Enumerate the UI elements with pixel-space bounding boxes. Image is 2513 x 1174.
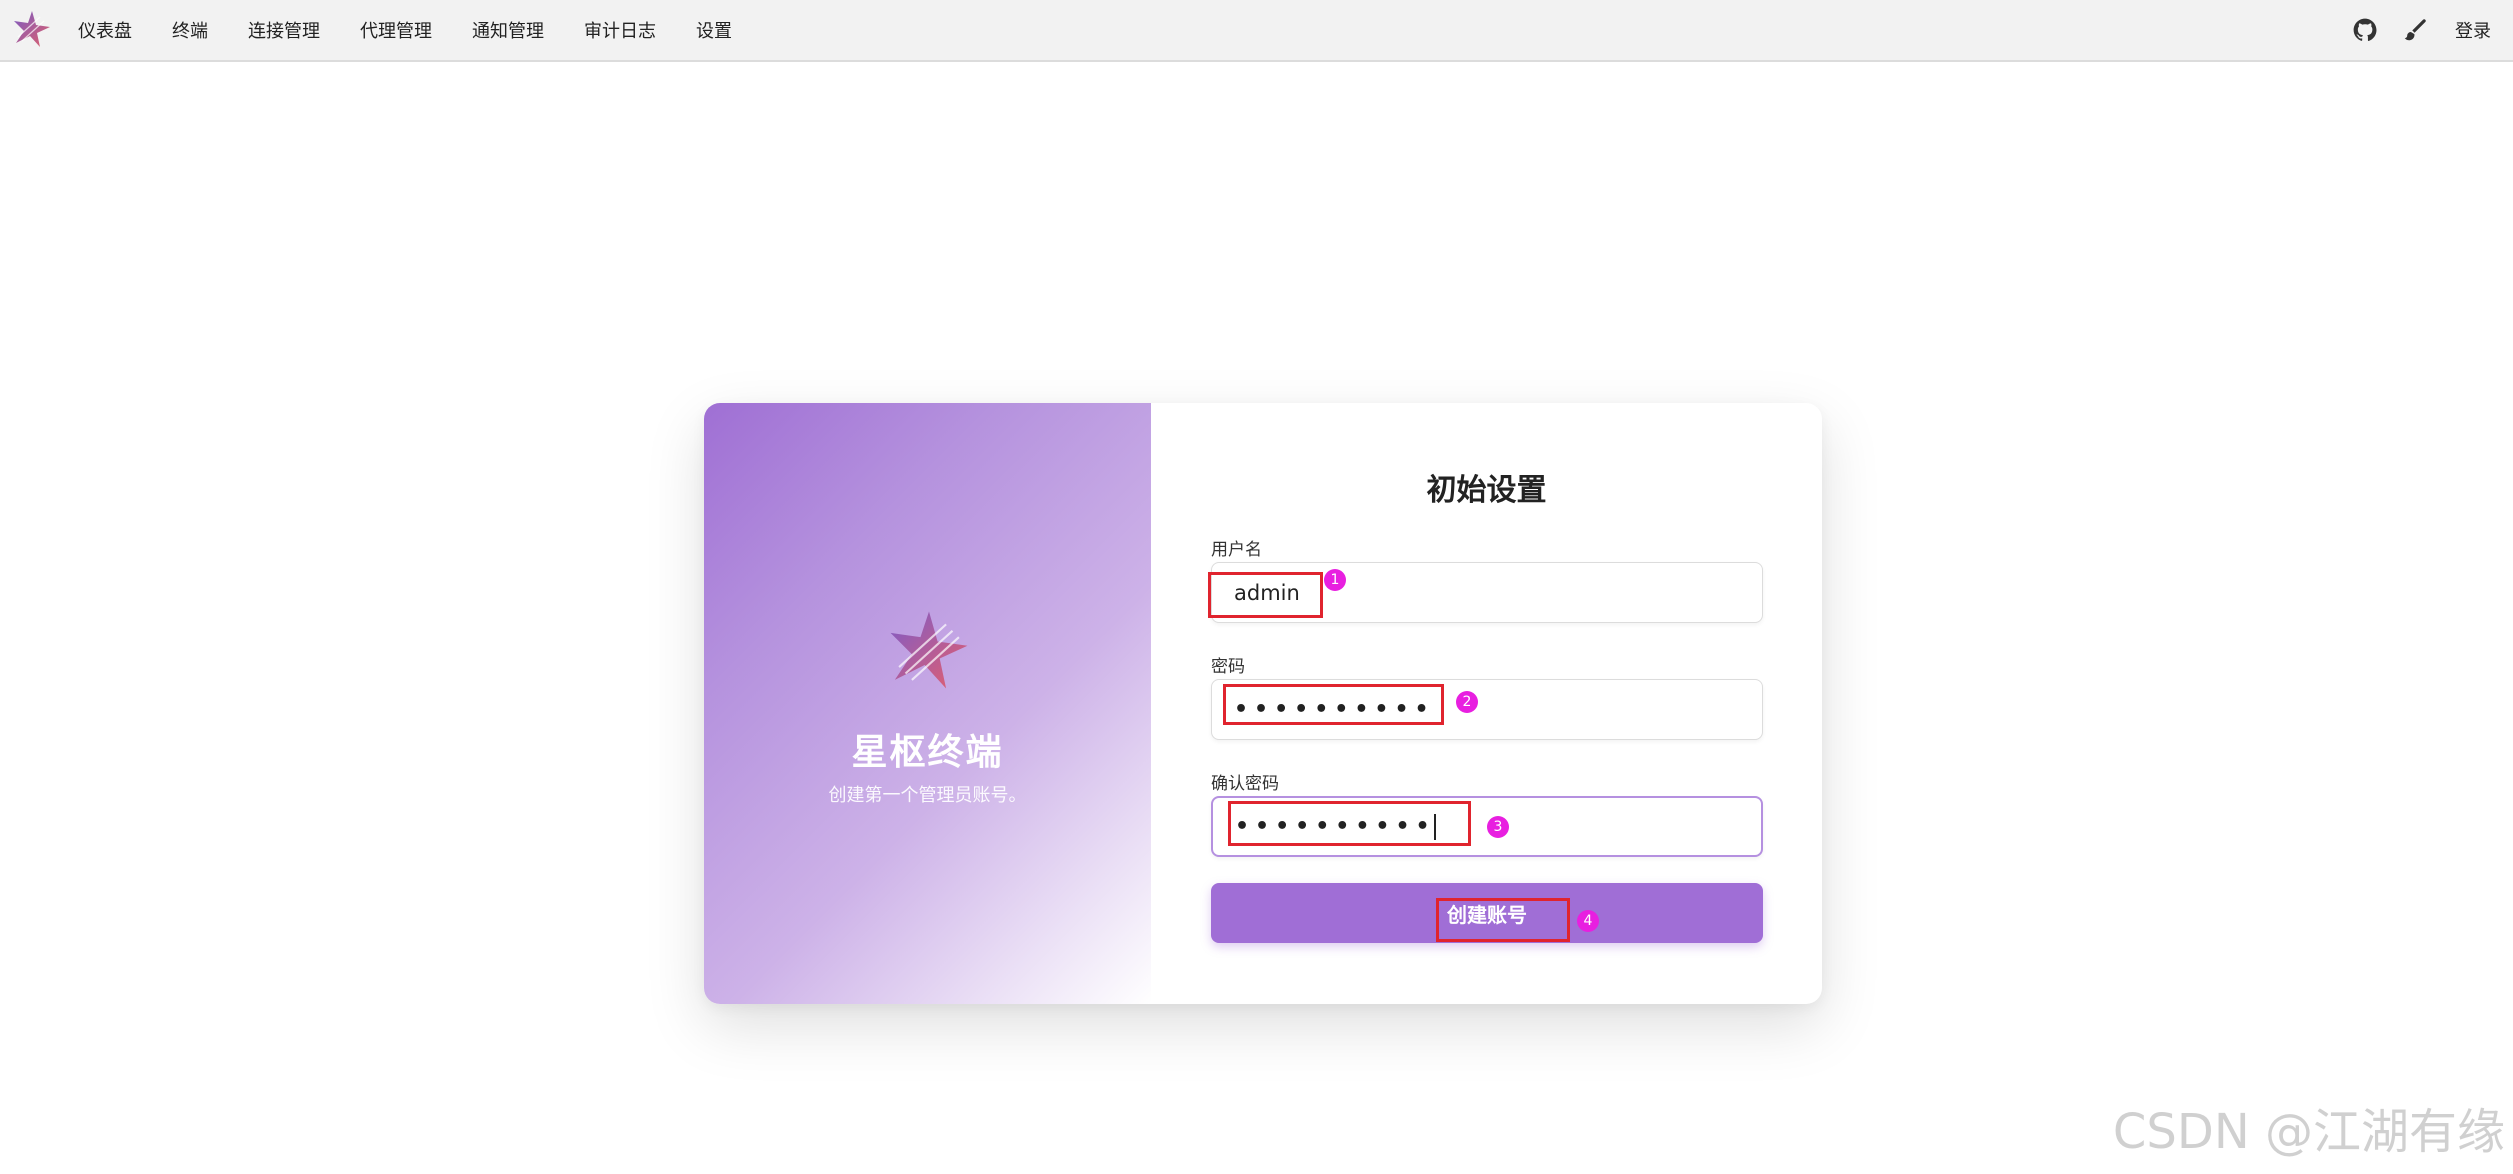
nav-right: 登录 [2329,0,2491,60]
login-link[interactable]: 登录 [2455,17,2491,43]
brand-name: 星枢终端 [851,732,1004,773]
watermark: CSDN @江湖有缘 [2112,1104,2505,1160]
confirm-password-label: 确认密码 [1211,774,1279,794]
nav-item-connections[interactable]: 连接管理 [232,17,336,43]
nav-item-audit-log[interactable]: 审计日志 [568,17,672,43]
password-value: •••••••••• [1234,697,1435,722]
setup-card: 星枢终端 创建第一个管理员账号。 初始设置 用户名 admin 密码 •••••… [704,403,1822,1004]
username-value: admin [1234,580,1300,605]
star-logo-icon [890,611,968,689]
brand-panel: 星枢终端 创建第一个管理员账号。 [704,403,1151,1004]
brand-subtitle: 创建第一个管理员账号。 [828,785,1027,806]
create-account-button[interactable]: 创建账号 [1211,883,1763,943]
nav-item-notifications[interactable]: 通知管理 [456,17,560,43]
username-label: 用户名 [1211,540,1262,560]
password-field[interactable]: •••••••••• [1211,679,1763,740]
nav-item-dashboard[interactable]: 仪表盘 [62,17,148,43]
top-navbar: 仪表盘 终端 连接管理 代理管理 通知管理 审计日志 设置 登录 [0,0,2513,62]
password-label: 密码 [1211,657,1245,677]
nav-item-terminal[interactable]: 终端 [156,17,224,43]
star-logo-icon[interactable] [10,7,54,51]
form-title: 初始设置 [1426,473,1547,508]
nav-item-settings[interactable]: 设置 [680,17,748,43]
nav-item-proxies[interactable]: 代理管理 [344,17,448,43]
github-icon[interactable] [2351,16,2379,44]
setup-form: 初始设置 用户名 admin 密码 •••••••••• 确认密码 ••••••… [1151,403,1822,1004]
brush-icon[interactable] [2401,16,2429,44]
main-nav: 仪表盘 终端 连接管理 代理管理 通知管理 审计日志 设置 [62,0,756,60]
text-caret [1433,813,1436,840]
username-field[interactable]: admin [1211,562,1763,623]
confirm-password-field[interactable]: •••••••••• [1211,796,1763,857]
confirm-password-value: •••••••••• [1235,814,1436,839]
